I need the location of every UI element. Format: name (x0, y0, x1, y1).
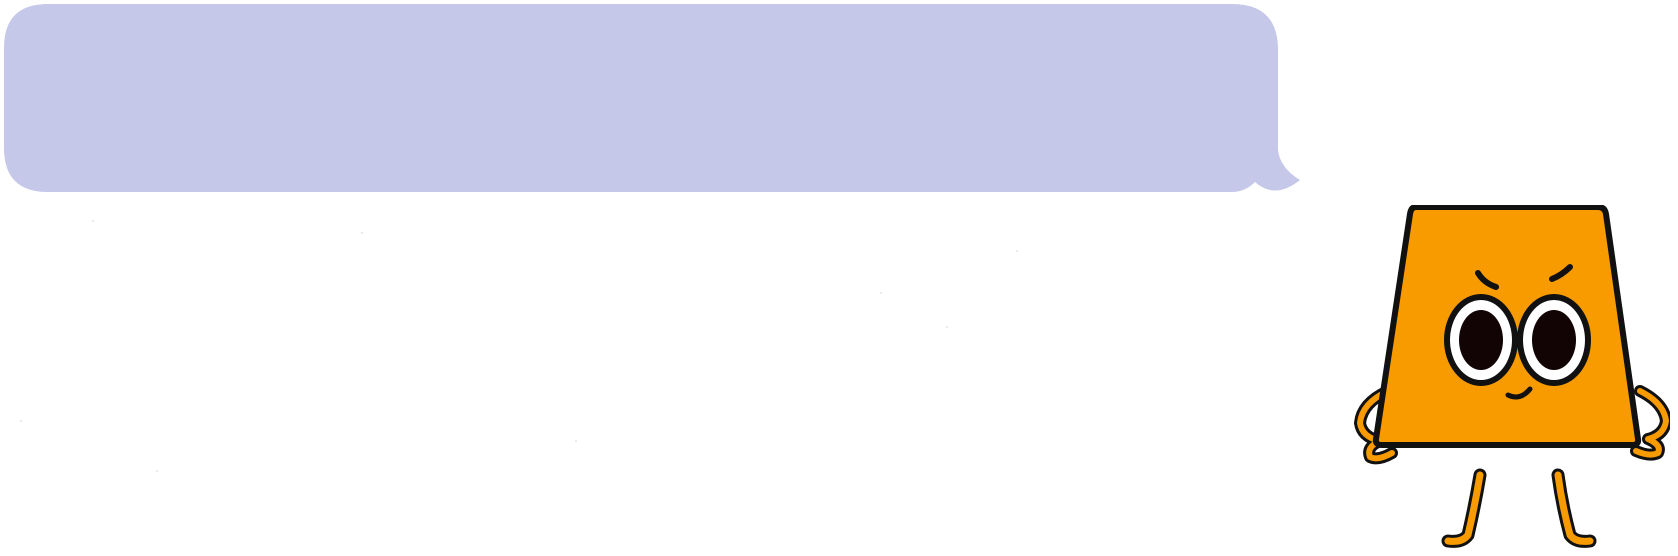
scene (0, 0, 1678, 556)
mascot-character (1354, 205, 1670, 548)
background-speck (880, 292, 882, 294)
mascot-legs (1441, 468, 1597, 548)
background-speck (1016, 250, 1018, 252)
background-speck (20, 420, 22, 422)
mascot-eye-right (1517, 294, 1591, 386)
background-speck (361, 232, 363, 234)
background-speck (92, 220, 94, 222)
background-speck (156, 470, 158, 472)
speech-bubble-text (60, 50, 1220, 140)
background-speck (946, 326, 948, 328)
mascot-eye-left (1444, 294, 1518, 386)
background-speck (575, 440, 577, 442)
